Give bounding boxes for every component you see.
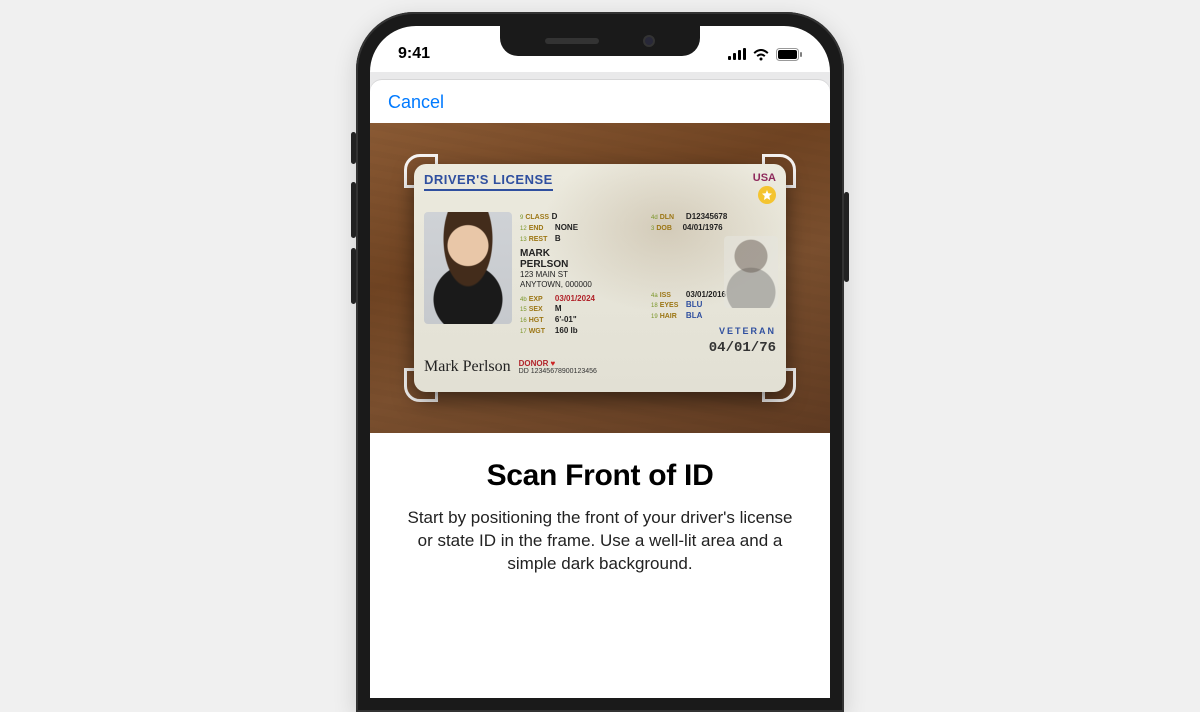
phone-screen: 9:41 Cancel [370, 26, 830, 698]
license-donor: DONOR [519, 359, 776, 368]
phone-device-frame: 9:41 Cancel [356, 12, 844, 712]
license-addr2: ANYTOWN, 000000 [520, 280, 645, 290]
license-eyes: BLU [686, 300, 702, 309]
modal-nav-bar: Cancel [370, 80, 830, 123]
license-dob: 04/01/1976 [683, 223, 723, 232]
scan-frame: DRIVER'S LICENSE USA 9CL [404, 154, 796, 402]
license-rest: B [555, 234, 561, 243]
status-indicators [728, 48, 802, 61]
license-photo [424, 212, 512, 324]
license-addr1: 123 MAIN ST [520, 270, 645, 280]
license-iss: 03/01/2016 [686, 290, 726, 299]
side-button-silence [351, 132, 356, 164]
license-first-name: MARK [520, 248, 645, 259]
license-last-name: PERLSON [520, 259, 645, 270]
license-end: NONE [555, 223, 578, 232]
cancel-button[interactable]: Cancel [388, 92, 444, 112]
license-hair: BLA [686, 311, 702, 320]
license-hgt: 6'-01" [555, 315, 577, 324]
phone-front-camera [643, 35, 655, 47]
camera-viewfinder[interactable]: DRIVER'S LICENSE USA 9CL [370, 123, 830, 433]
license-exp: 03/01/2024 [555, 294, 595, 303]
license-ghost-photo [724, 236, 778, 308]
license-big-date: 04/01/76 [651, 340, 776, 356]
side-button-vol-down [351, 248, 356, 304]
license-veteran: VETERAN [651, 326, 776, 336]
cellular-icon [728, 48, 746, 60]
phone-speaker [545, 38, 599, 44]
license-wgt: 160 lb [555, 326, 578, 335]
status-time: 9:41 [398, 45, 430, 63]
page-title: Scan Front of ID [398, 459, 802, 493]
wifi-icon [752, 48, 770, 61]
side-button-power [844, 192, 849, 282]
instruction-panel: Scan Front of ID Start by positioning th… [370, 433, 830, 576]
license-dd-label: DD [519, 368, 529, 375]
modal-sheet: Cancel DRIVER'S LICENSE USA [370, 80, 830, 576]
side-button-vol-up [351, 182, 356, 238]
license-sex: M [555, 304, 562, 313]
real-id-star-icon [758, 186, 776, 204]
license-title: DRIVER'S LICENSE [424, 172, 553, 191]
license-dln: D12345678 [686, 212, 727, 221]
license-signature: Mark Perlson [424, 358, 511, 376]
license-class: D [552, 212, 558, 221]
modal-sheet-background: Cancel DRIVER'S LICENSE USA [370, 72, 830, 576]
phone-notch [500, 26, 700, 56]
drivers-license-card: DRIVER'S LICENSE USA 9CL [414, 164, 786, 392]
page-body: Start by positioning the front of your d… [398, 507, 802, 576]
license-dd: 12345678900123456 [531, 368, 597, 375]
license-country: USA [753, 172, 776, 184]
battery-icon [776, 48, 802, 61]
